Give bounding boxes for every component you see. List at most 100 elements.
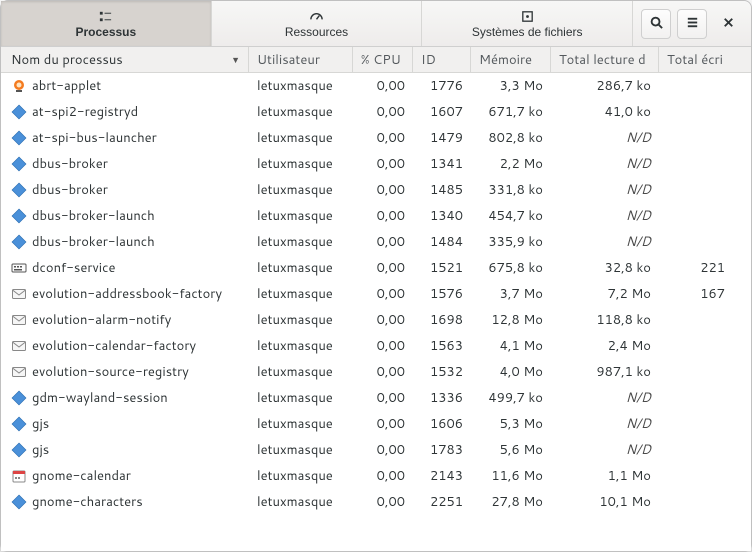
cell-user: letuxmasque <box>249 77 353 95</box>
cell-cpu: 0,00 <box>353 259 413 277</box>
envelope-icon <box>11 364 27 380</box>
gauge-icon <box>309 9 325 25</box>
table-row[interactable]: gnome-calendarletuxmasque0,00214311,6 Mo… <box>1 463 751 489</box>
cell-name: dbus-broker <box>1 181 249 199</box>
tab-processes[interactable]: Processus <box>1 1 212 46</box>
cell-user: letuxmasque <box>249 389 353 407</box>
cell-name: gnome-calendar <box>1 467 249 485</box>
cell-mem: 12,8 Mo <box>471 311 551 329</box>
cell-read: 41,0 ko <box>551 103 659 121</box>
cell-read: 7,2 Mo <box>551 285 659 303</box>
diamond-icon <box>11 494 27 510</box>
table-row[interactable]: at-spi-bus-launcherletuxmasque0,00147980… <box>1 125 751 151</box>
cell-name: at-spi-bus-launcher <box>1 129 249 147</box>
search-icon <box>649 15 664 33</box>
close-button[interactable] <box>713 9 743 39</box>
column-label: Utilisateur <box>257 51 320 69</box>
search-button[interactable] <box>641 9 671 39</box>
hamburger-icon <box>685 15 700 33</box>
cell-id: 1563 <box>413 337 471 355</box>
cell-mem: 335,9 ko <box>471 233 551 251</box>
process-name: abrt-applet <box>32 77 101 95</box>
process-list[interactable]: abrt-appletletuxmasque0,0017763,3 Mo286,… <box>1 73 751 551</box>
process-name: gnome-calendar <box>32 467 131 485</box>
cell-cpu: 0,00 <box>353 103 413 121</box>
table-row[interactable]: gjsletuxmasque0,0016065,3 MoN/D <box>1 411 751 437</box>
cell-user: letuxmasque <box>249 441 353 459</box>
process-name: evolution-addressbook-factory <box>32 285 222 303</box>
cell-user: letuxmasque <box>249 207 353 225</box>
cell-mem: 2,2 Mo <box>471 155 551 173</box>
column-header-user[interactable]: Utilisateur <box>249 47 353 72</box>
cell-mem: 675,8 ko <box>471 259 551 277</box>
cell-id: 1783 <box>413 441 471 459</box>
table-row[interactable]: evolution-alarm-notifyletuxmasque0,00169… <box>1 307 751 333</box>
table-row[interactable]: dbus-broker-launchletuxmasque0,001340454… <box>1 203 751 229</box>
disk-icon <box>519 9 535 25</box>
tab-filesystems[interactable]: Systèmes de fichiers <box>422 1 633 46</box>
table-row[interactable]: dbus-brokerletuxmasque0,001485331,8 koN/… <box>1 177 751 203</box>
process-name: dbus-broker-launch <box>32 207 155 225</box>
cell-read: N/D <box>551 233 659 251</box>
cell-read: 1,1 Mo <box>551 467 659 485</box>
cell-id: 2251 <box>413 493 471 511</box>
cell-read: N/D <box>551 389 659 407</box>
cell-user: letuxmasque <box>249 415 353 433</box>
process-name: dbus-broker <box>32 181 108 199</box>
cell-user: letuxmasque <box>249 181 353 199</box>
table-row[interactable]: evolution-calendar-factoryletuxmasque0,0… <box>1 333 751 359</box>
cell-id: 1607 <box>413 103 471 121</box>
table-row[interactable]: evolution-addressbook-factory letuxmasque… <box>1 281 751 307</box>
table-row[interactable]: dconf-serviceletuxmasque0,001521675,8 ko… <box>1 255 751 281</box>
cell-cpu: 0,00 <box>353 337 413 355</box>
process-name: gjs <box>32 415 49 433</box>
cell-id: 1776 <box>413 77 471 95</box>
cell-id: 1698 <box>413 311 471 329</box>
cell-mem: 499,7 ko <box>471 389 551 407</box>
menu-button[interactable] <box>677 9 707 39</box>
cell-user: letuxmasque <box>249 103 353 121</box>
cell-read: N/D <box>551 181 659 199</box>
table-row[interactable]: gnome-charactersletuxmasque0,00225127,8 … <box>1 489 751 515</box>
cell-name: dconf-service <box>1 259 249 277</box>
cell-user: letuxmasque <box>249 311 353 329</box>
cell-id: 2143 <box>413 467 471 485</box>
diamond-icon <box>11 416 27 432</box>
table-row[interactable]: at-spi2-registrydletuxmasque0,001607671,… <box>1 99 751 125</box>
column-header-mem[interactable]: Mémoire <box>471 47 551 72</box>
cell-read: 32,8 ko <box>551 259 659 277</box>
cell-mem: 27,8 Mo <box>471 493 551 511</box>
envelope-icon <box>11 338 27 354</box>
column-label: % CPU <box>361 51 401 69</box>
table-row[interactable]: gjsletuxmasque0,0017835,6 MoN/D <box>1 437 751 463</box>
column-header-write[interactable]: Total écri <box>659 47 733 72</box>
column-header-id[interactable]: ID <box>413 47 471 72</box>
process-name: dconf-service <box>32 259 115 277</box>
cell-user: letuxmasque <box>249 259 353 277</box>
table-row[interactable]: abrt-appletletuxmasque0,0017763,3 Mo286,… <box>1 73 751 99</box>
cell-user: letuxmasque <box>249 467 353 485</box>
table-row[interactable]: dbus-brokerletuxmasque0,0013412,2 MoN/D <box>1 151 751 177</box>
table-row[interactable]: gdm-wayland-sessionletuxmasque0,00133649… <box>1 385 751 411</box>
tab-resources[interactable]: Ressources <box>212 1 423 46</box>
diamond-icon <box>11 182 27 198</box>
tab-label: Systèmes de fichiers <box>472 25 583 39</box>
process-name: gdm-wayland-session <box>32 389 168 407</box>
column-header-name[interactable]: Nom du processus ▼ <box>1 47 249 72</box>
table-row[interactable]: dbus-broker-launchletuxmasque0,001484335… <box>1 229 751 255</box>
cell-mem: 3,7 Mo <box>471 285 551 303</box>
column-header-read[interactable]: Total lecture d <box>551 47 659 72</box>
column-header-cpu[interactable]: % CPU <box>353 47 413 72</box>
envelope-icon <box>11 286 27 302</box>
cell-cpu: 0,00 <box>353 285 413 303</box>
cell-cpu: 0,00 <box>353 77 413 95</box>
cell-id: 1485 <box>413 181 471 199</box>
cell-name: evolution-alarm-notify <box>1 311 249 329</box>
cell-id: 1479 <box>413 129 471 147</box>
cell-user: letuxmasque <box>249 285 353 303</box>
cell-user: letuxmasque <box>249 155 353 173</box>
envelope-icon <box>11 312 27 328</box>
process-name: gnome-characters <box>32 493 143 511</box>
cell-name: dbus-broker-launch <box>1 207 249 225</box>
table-row[interactable]: evolution-source-registryletuxmasque0,00… <box>1 359 751 385</box>
